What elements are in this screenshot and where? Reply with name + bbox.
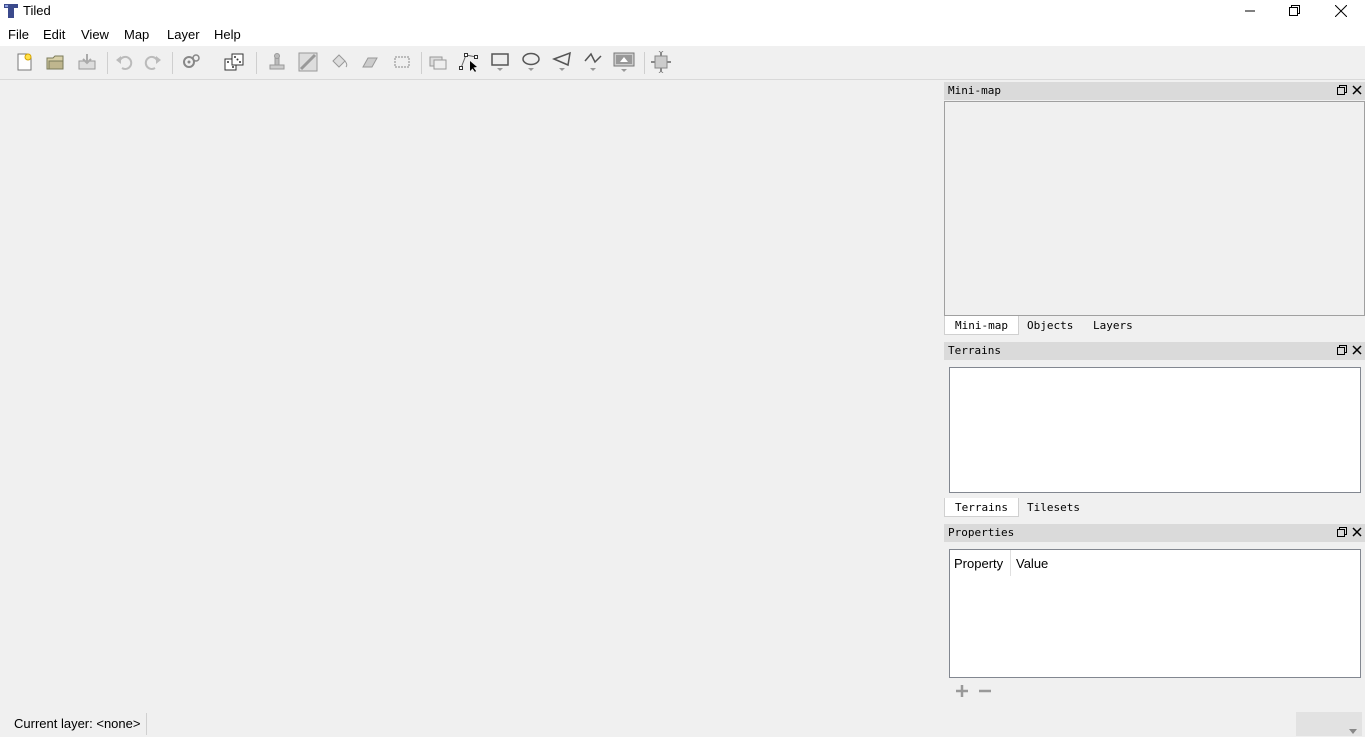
dock-float-icon[interactable] [1336, 84, 1348, 96]
minimize-button[interactable] [1227, 0, 1273, 22]
toolbar-separator [644, 52, 645, 74]
main-toolbar [0, 46, 1365, 117]
eraser-button[interactable] [358, 51, 382, 75]
status-separator [146, 713, 147, 735]
new-map-icon [14, 52, 34, 75]
minimap-dock-title-bar[interactable]: Mini-map [944, 82, 1365, 100]
save-button[interactable] [75, 51, 99, 75]
properties-dock-title-bar[interactable]: Properties [944, 524, 1365, 542]
stamp-brush-button[interactable] [265, 51, 289, 75]
middle-dock-tabbar: Terrains Tilesets [944, 498, 1365, 518]
insert-ellipse-button[interactable] [519, 51, 543, 75]
insert-tile-icon [613, 51, 635, 76]
open-file-icon [45, 52, 65, 75]
toolbar-separator [107, 52, 108, 74]
insert-polyline-button[interactable] [581, 51, 605, 75]
column-header-value-label: Value [1016, 556, 1049, 571]
dock-float-icon[interactable] [1336, 344, 1348, 356]
current-layer-status: Current layer: <none> [14, 716, 141, 731]
tab-tilesets[interactable]: Tilesets [1017, 498, 1090, 517]
commands-button[interactable] [179, 51, 203, 75]
minimap-dock-title: Mini-map [948, 84, 1001, 97]
tab-objects[interactable]: Objects [1017, 316, 1083, 335]
column-header-value[interactable]: Value [1011, 550, 1360, 576]
menu-edit[interactable]: Edit [43, 27, 65, 42]
insert-polyline-icon [583, 51, 603, 76]
column-header-property[interactable]: Property [950, 550, 1011, 576]
open-file-button[interactable] [43, 51, 67, 75]
properties-dock-title: Properties [948, 526, 1015, 539]
close-window-button[interactable] [1318, 0, 1364, 22]
insert-rectangle-icon [490, 51, 510, 76]
chevron-down-icon [1349, 722, 1357, 737]
add-property-button[interactable] [955, 684, 969, 698]
toolbar-separator [256, 52, 257, 74]
zoom-combobox[interactable] [1296, 712, 1362, 736]
commands-icon [181, 52, 201, 75]
insert-rectangle-button[interactable] [488, 51, 512, 75]
redo-icon [143, 52, 163, 75]
stamp-brush-icon [267, 52, 287, 75]
terrains-list[interactable] [949, 367, 1361, 493]
insert-polygon-icon [551, 51, 572, 76]
restore-button[interactable] [1272, 0, 1318, 22]
remove-property-button[interactable] [978, 684, 992, 698]
select-objects-button[interactable] [426, 51, 450, 75]
minus-icon [978, 686, 992, 701]
tiled-app-icon [3, 3, 19, 19]
random-mode-button[interactable] [222, 51, 246, 75]
toolbar-separator [172, 52, 173, 74]
select-objects-icon [428, 52, 448, 75]
edit-polygons-icon [458, 51, 480, 76]
dock-close-icon[interactable] [1351, 344, 1363, 356]
terrain-brush-button[interactable] [296, 51, 320, 75]
terrains-dock-title: Terrains [948, 344, 1001, 357]
redo-button[interactable] [141, 51, 165, 75]
insert-polygon-button[interactable] [550, 51, 574, 75]
window-title: Tiled [23, 3, 51, 18]
undo-button[interactable] [112, 51, 136, 75]
menu-view[interactable]: View [81, 27, 109, 42]
dock-close-icon[interactable] [1351, 84, 1363, 96]
toolbar-separator [421, 52, 422, 74]
edit-polygons-button[interactable] [457, 51, 481, 75]
undo-icon [114, 52, 134, 75]
automap-icon [650, 48, 672, 76]
menu-help[interactable]: Help [214, 27, 241, 42]
dock-close-icon[interactable] [1351, 526, 1363, 538]
rectangular-select-icon [392, 52, 412, 75]
new-map-button[interactable] [12, 51, 36, 75]
terrain-brush-icon [297, 51, 319, 76]
rectangular-select-button[interactable] [390, 51, 414, 75]
random-mode-icon [223, 51, 245, 76]
save-icon [77, 52, 97, 75]
properties-table[interactable]: Property Value [949, 549, 1361, 678]
bucket-fill-icon [329, 52, 349, 75]
bucket-fill-button[interactable] [327, 51, 351, 75]
tab-layers[interactable]: Layers [1083, 316, 1143, 335]
terrains-dock-title-bar[interactable]: Terrains [944, 342, 1365, 360]
tab-minimap[interactable]: Mini-map [944, 316, 1019, 335]
tab-terrains[interactable]: Terrains [944, 498, 1019, 517]
eraser-icon [360, 52, 380, 75]
map-editor-area[interactable] [0, 80, 941, 707]
insert-ellipse-icon [521, 51, 541, 76]
column-header-property-label: Property [954, 556, 1004, 571]
plus-icon [955, 685, 969, 701]
menu-map[interactable]: Map [124, 27, 149, 42]
insert-tile-button[interactable] [612, 51, 636, 75]
status-bar: Current layer: <none> [0, 707, 1365, 737]
menu-bar: File Edit View Map Layer Help [0, 22, 1365, 46]
menu-file[interactable]: File [8, 27, 29, 42]
automap-button[interactable] [649, 48, 673, 76]
top-dock-tabbar: Mini-map Objects Layers [944, 316, 1365, 336]
title-bar: Tiled [0, 0, 1365, 22]
minimap-panel[interactable] [944, 101, 1365, 316]
menu-layer[interactable]: Layer [167, 27, 200, 42]
dock-float-icon[interactable] [1336, 526, 1348, 538]
